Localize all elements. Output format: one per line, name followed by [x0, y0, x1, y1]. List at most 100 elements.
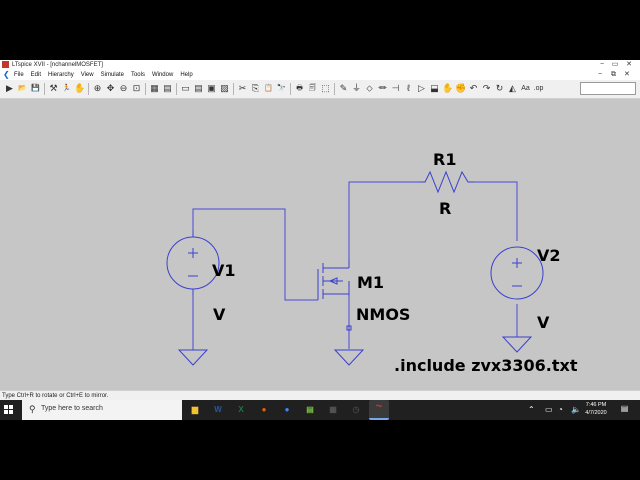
autorange-icon[interactable]: ▦: [149, 83, 160, 94]
resistor-r1[interactable]: [420, 170, 474, 194]
toolbar-separator: [145, 83, 146, 95]
run-icon[interactable]: 🏃: [61, 83, 72, 94]
print-icon[interactable]: 🖶: [294, 83, 305, 94]
move-icon[interactable]: ✋: [442, 83, 453, 94]
mdi-minimize-button[interactable]: −: [598, 70, 602, 80]
chrome-icon[interactable]: ●: [281, 404, 293, 416]
tile-icon[interactable]: ▭: [180, 83, 191, 94]
word-icon[interactable]: W: [212, 404, 224, 416]
toolbar-separator: [233, 83, 234, 95]
tray-network-icon[interactable]: ▭: [545, 405, 553, 414]
paste-icon[interactable]: 📋: [263, 83, 274, 94]
cascade-icon[interactable]: ▤: [193, 83, 204, 94]
pan-icon[interactable]: ✥: [105, 83, 116, 94]
print-preview-icon[interactable]: 🗐: [307, 83, 318, 94]
ltspice-app-icon: [2, 61, 9, 68]
taskbar-search-box[interactable]: ⚲ Type here to search: [22, 400, 182, 420]
drag-icon[interactable]: ✊: [455, 83, 466, 94]
wire-drain-r1[interactable]: [348, 181, 420, 260]
v1-value-label[interactable]: V: [213, 305, 226, 324]
close-all-icon[interactable]: ▨: [219, 83, 230, 94]
close-button[interactable]: ✕: [621, 60, 637, 70]
back-arrow-icon[interactable]: ❮: [3, 70, 10, 80]
mdi-close-button[interactable]: ✕: [624, 70, 630, 80]
notification-icon[interactable]: ▤: [619, 404, 630, 415]
halt-icon[interactable]: ✋: [74, 83, 85, 94]
inductor-icon[interactable]: ℓ: [403, 83, 414, 94]
menu-file[interactable]: File: [14, 70, 24, 80]
tray-chevron-icon[interactable]: ⌃: [528, 405, 535, 414]
v2-value-label[interactable]: V: [537, 313, 550, 332]
tray-wifi-icon[interactable]: ◔: [558, 405, 563, 414]
toolbar-separator: [290, 83, 291, 95]
text-icon[interactable]: Aa: [520, 83, 531, 94]
clock-app-icon[interactable]: ◷: [350, 404, 362, 416]
wire-v1-gate[interactable]: [192, 208, 318, 301]
ground-symbol-v2[interactable]: [501, 336, 533, 353]
toolbar-separator: [334, 83, 335, 95]
mirror-icon[interactable]: ◭: [507, 83, 518, 94]
zoom-out-icon[interactable]: ⊖: [118, 83, 129, 94]
v2-ref-label[interactable]: V2: [537, 246, 561, 265]
file-explorer-icon[interactable]: ▆: [189, 404, 201, 416]
spice-directive-icon[interactable]: .op: [533, 83, 544, 94]
window-title: LTspice XVII - [nchannelMOSFET]: [12, 61, 103, 68]
schematic-canvas[interactable]: V1 V V2 V R1 R M1 NMOS .include zvx3306.…: [0, 99, 640, 390]
tray-time: 7:46 PM: [585, 402, 607, 408]
mosfet-m1[interactable]: [317, 260, 352, 331]
windows-icon[interactable]: ▣: [206, 83, 217, 94]
resistor-icon[interactable]: ⏛: [377, 83, 388, 94]
menu-view[interactable]: View: [81, 70, 94, 80]
windows-start-icon[interactable]: [4, 405, 14, 415]
export-icon[interactable]: ⬚: [320, 83, 331, 94]
component-icon[interactable]: ⬓: [429, 83, 440, 94]
diode-icon[interactable]: ▷: [416, 83, 427, 94]
wire-r1-v2[interactable]: [474, 181, 518, 241]
tray-date: 4/7/2020: [585, 409, 607, 416]
spice-directive[interactable]: .include zvx3306.txt: [394, 356, 578, 375]
r1-value-label[interactable]: R: [439, 199, 451, 218]
view-grid-icon[interactable]: ▤: [162, 83, 173, 94]
ground-icon[interactable]: ⏚: [351, 83, 362, 94]
m1-ref-label[interactable]: M1: [357, 273, 384, 292]
voltage-source-v2[interactable]: [490, 246, 544, 300]
cut-icon[interactable]: ✂: [237, 83, 248, 94]
zoom-in-icon[interactable]: ⊕: [92, 83, 103, 94]
tray-volume-icon[interactable]: 🔈: [571, 405, 581, 414]
ground-symbol-m1[interactable]: [333, 349, 365, 366]
control-panel-icon[interactable]: ⚒: [48, 83, 59, 94]
find-icon[interactable]: 🔭: [276, 83, 287, 94]
menu-window[interactable]: Window: [152, 70, 173, 80]
redo-icon[interactable]: ↷: [481, 83, 492, 94]
open-icon[interactable]: ▶: [4, 83, 15, 94]
menu-bar: ❮ File Edit Hierarchy View Simulate Tools Wind…: [0, 70, 640, 80]
tray-clock[interactable]: 7:46 PM 4/7/2020: [583, 402, 609, 417]
draw-wire-icon[interactable]: ✎: [338, 83, 349, 94]
label-net-icon[interactable]: ⬦: [364, 83, 375, 94]
save-icon[interactable]: 💾: [30, 83, 41, 94]
ltspice-icon[interactable]: ⏦: [369, 400, 389, 420]
menu-edit[interactable]: Edit: [31, 70, 41, 80]
menu-help[interactable]: Help: [180, 70, 192, 80]
firefox-icon[interactable]: ●: [258, 404, 270, 416]
ground-symbol-v1[interactable]: [177, 349, 209, 366]
zoom-fit-icon[interactable]: ⊡: [131, 83, 142, 94]
m1-value-label[interactable]: NMOS: [356, 305, 410, 324]
menu-simulate[interactable]: Simulate: [101, 70, 124, 80]
excel-icon[interactable]: X: [235, 404, 247, 416]
toolbar-empty-field: [580, 82, 636, 95]
rotate-icon[interactable]: ↻: [494, 83, 505, 94]
copy-icon[interactable]: ⎘: [250, 83, 261, 94]
mdi-restore-button[interactable]: ⧉: [611, 70, 616, 80]
menu-hierarchy[interactable]: Hierarchy: [48, 70, 74, 80]
undo-icon[interactable]: ↶: [468, 83, 479, 94]
calculator-icon[interactable]: ▦: [327, 404, 339, 416]
capacitor-icon[interactable]: ⊣: [390, 83, 401, 94]
r1-ref-label[interactable]: R1: [433, 150, 456, 169]
v1-ref-label[interactable]: V1: [212, 261, 236, 280]
notepad-icon[interactable]: ▤: [304, 404, 316, 416]
menu-items: File Edit Hierarchy View Simulate Tools Window…: [14, 70, 193, 80]
folder-icon[interactable]: 📂: [17, 83, 28, 94]
menu-tools[interactable]: Tools: [131, 70, 145, 80]
schematic-drawing: V1 V V2 V R1 R M1 NMOS .include zvx3306.…: [166, 150, 578, 375]
